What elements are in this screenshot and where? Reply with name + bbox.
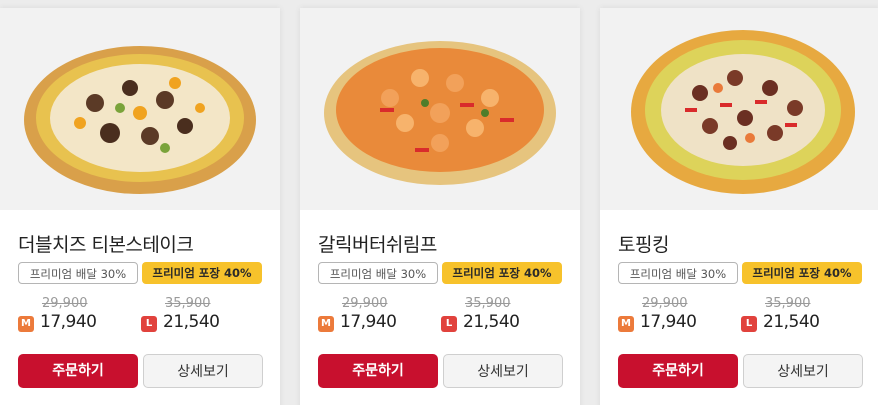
sale-price: 21,540 bbox=[763, 312, 820, 332]
detail-button[interactable]: 상세보기 bbox=[143, 354, 263, 388]
product-card: 갈릭버터쉬림프 프리미엄 배달 30% 프리미엄 포장 40% 29,900 M… bbox=[300, 8, 580, 405]
order-button[interactable]: 주문하기 bbox=[18, 354, 138, 388]
sale-price: 17,940 bbox=[640, 312, 697, 332]
original-price: 35,900 bbox=[765, 296, 811, 311]
delivery-discount-badge: 프리미엄 배달 30% bbox=[318, 262, 438, 284]
product-card: 토핑킹 프리미엄 배달 30% 프리미엄 포장 40% 29,900 M 17,… bbox=[600, 8, 878, 405]
product-image[interactable] bbox=[0, 8, 280, 210]
size-m-icon: M bbox=[18, 316, 34, 332]
original-price: 35,900 bbox=[465, 296, 511, 311]
detail-button[interactable]: 상세보기 bbox=[743, 354, 863, 388]
product-card: 더블치즈 티본스테이크 프리미엄 배달 30% 프리미엄 포장 40% 29,9… bbox=[0, 8, 280, 405]
delivery-discount-badge: 프리미엄 배달 30% bbox=[18, 262, 138, 284]
product-image[interactable] bbox=[300, 8, 580, 210]
size-l-icon: L bbox=[741, 316, 757, 332]
size-m-icon: M bbox=[318, 316, 334, 332]
product-name[interactable]: 토핑킹 bbox=[618, 230, 669, 257]
sale-price: 17,940 bbox=[40, 312, 97, 332]
size-l-icon: L bbox=[141, 316, 157, 332]
original-price: 29,900 bbox=[642, 296, 688, 311]
original-price: 29,900 bbox=[42, 296, 88, 311]
sale-price: 21,540 bbox=[163, 312, 220, 332]
pickup-discount-badge: 프리미엄 포장 40% bbox=[442, 262, 562, 284]
pickup-discount-badge: 프리미엄 포장 40% bbox=[742, 262, 862, 284]
product-grid: 더블치즈 티본스테이크 프리미엄 배달 30% 프리미엄 포장 40% 29,9… bbox=[0, 0, 878, 405]
sale-price: 21,540 bbox=[463, 312, 520, 332]
product-name[interactable]: 더블치즈 티본스테이크 bbox=[18, 230, 194, 257]
size-m-icon: M bbox=[618, 316, 634, 332]
size-l-icon: L bbox=[441, 316, 457, 332]
product-name[interactable]: 갈릭버터쉬림프 bbox=[318, 230, 437, 257]
sale-price: 17,940 bbox=[340, 312, 397, 332]
product-image[interactable] bbox=[600, 8, 878, 210]
delivery-discount-badge: 프리미엄 배달 30% bbox=[618, 262, 738, 284]
order-button[interactable]: 주문하기 bbox=[318, 354, 438, 388]
detail-button[interactable]: 상세보기 bbox=[443, 354, 563, 388]
order-button[interactable]: 주문하기 bbox=[618, 354, 738, 388]
pickup-discount-badge: 프리미엄 포장 40% bbox=[142, 262, 262, 284]
original-price: 35,900 bbox=[165, 296, 211, 311]
original-price: 29,900 bbox=[342, 296, 388, 311]
